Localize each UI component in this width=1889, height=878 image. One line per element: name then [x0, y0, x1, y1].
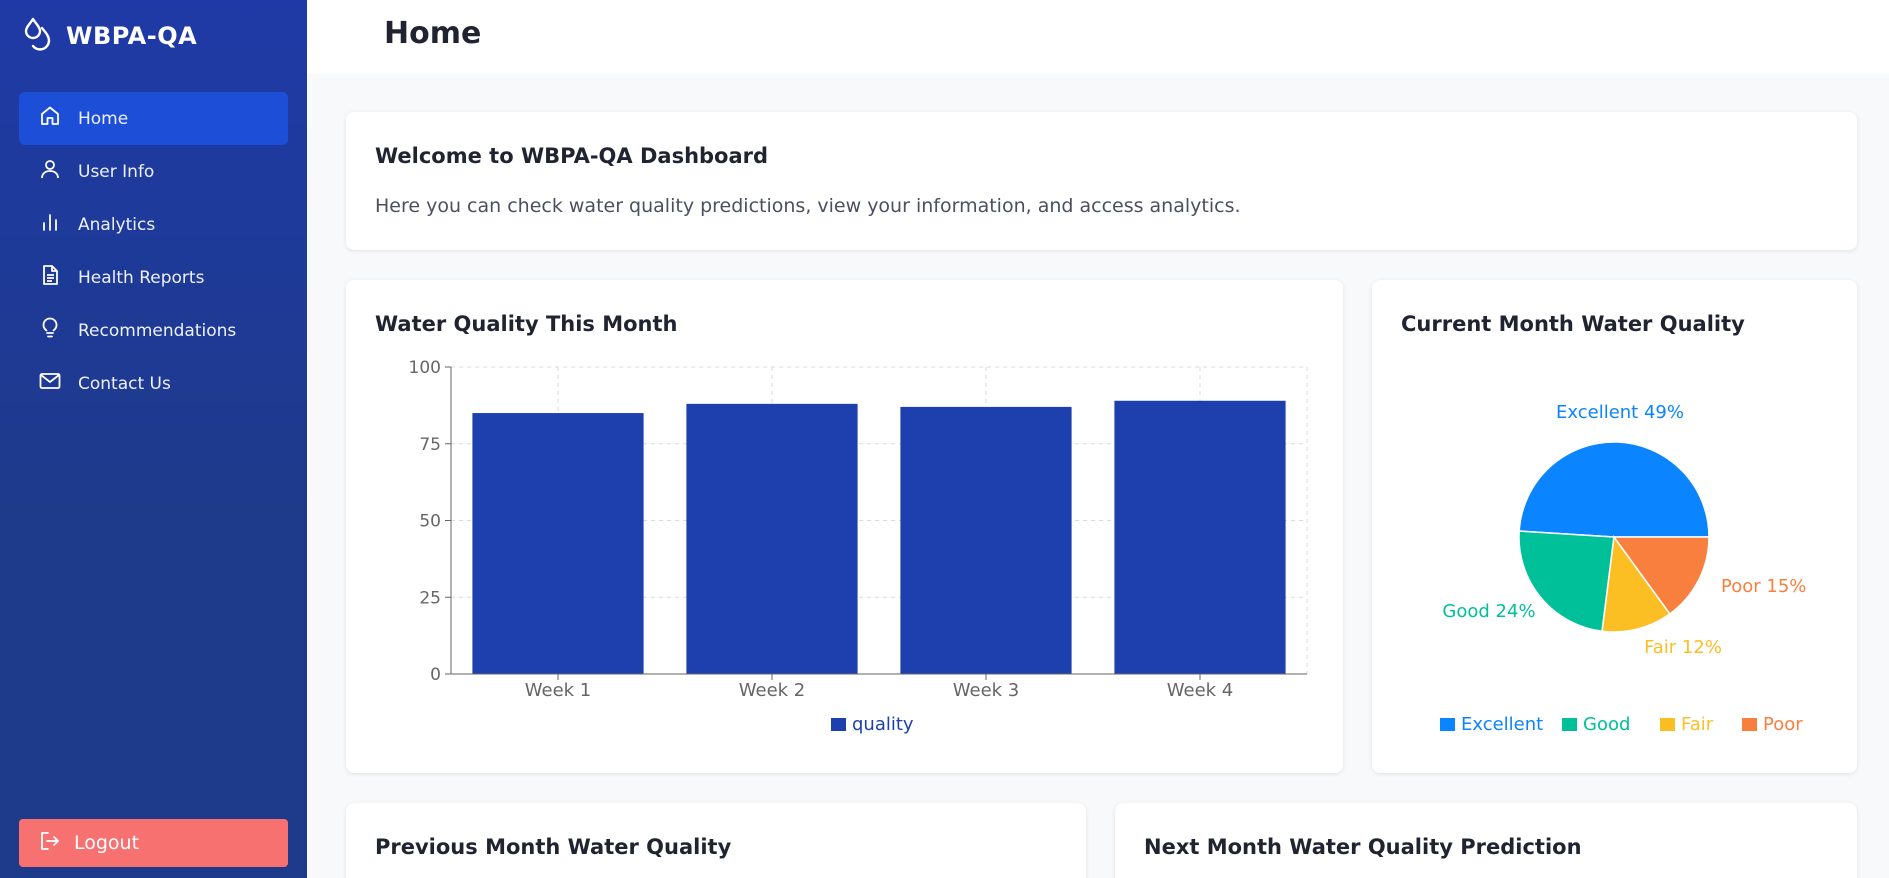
next-month-card: Next Month Water Quality Prediction	[1115, 803, 1857, 878]
sidebar-item-label: Contact Us	[78, 373, 171, 394]
sidebar-item-label: Recommendations	[78, 320, 237, 341]
pie-label-excellent: Excellent 49%	[1556, 402, 1684, 423]
bar-week-4[interactable]	[1114, 400, 1286, 674]
sidebar-item-health-reports[interactable]: Health Reports	[19, 251, 288, 304]
bar-week-1[interactable]	[472, 413, 644, 674]
legend-label-fair: Fair	[1681, 714, 1714, 735]
pie-slice-excellent[interactable]	[1518, 441, 1710, 538]
top-bar: Home	[307, 0, 1889, 74]
sidebar-item-label: Home	[78, 108, 129, 129]
bar-chart-card: Water Quality This Month 0 25 50 75 100 Week …	[346, 280, 1343, 773]
sidebar-item-recommendations[interactable]: Recommendations	[19, 304, 288, 357]
welcome-card: Welcome to WBPA-QA Dashboard Here you ca…	[346, 112, 1857, 250]
y-tick-label: 75	[419, 435, 441, 455]
pie-label-good: Good 24%	[1442, 601, 1535, 622]
y-tick-label: 0	[430, 665, 441, 685]
sidebar-item-label: User Info	[78, 161, 155, 182]
bar-week-2[interactable]	[686, 403, 858, 674]
legend-swatch-excellent	[1440, 718, 1455, 731]
water-drops-icon	[20, 16, 56, 56]
logout-label: Logout	[74, 832, 140, 854]
y-tick-label: 50	[419, 512, 441, 532]
previous-month-card: Previous Month Water Quality	[346, 803, 1086, 878]
x-tick-label: Week 2	[739, 680, 806, 701]
brand-name: WBPA-QA	[66, 22, 198, 50]
sidebar-item-analytics[interactable]: Analytics	[19, 198, 288, 251]
pie-chart-card: Current Month Water Quality Excellent 49…	[1372, 280, 1857, 773]
sidebar-item-contact-us[interactable]: Contact Us	[19, 357, 288, 410]
x-tick-label: Week 4	[1167, 680, 1234, 701]
sidebar-nav: Home User Info Analytics Health Reports …	[19, 92, 288, 410]
home-icon	[38, 104, 62, 133]
welcome-text: Here you can check water quality predict…	[375, 195, 1241, 217]
document-icon	[38, 263, 62, 292]
legend-label-poor: Poor	[1763, 714, 1803, 735]
lightbulb-icon	[38, 316, 62, 345]
bar-week-3[interactable]	[900, 406, 1072, 674]
pie-label-fair: Fair 12%	[1644, 637, 1722, 658]
legend-label-quality: quality	[852, 714, 914, 735]
legend-label-excellent: Excellent	[1461, 714, 1543, 735]
legend-swatch-fair	[1660, 718, 1675, 731]
page-title: Home	[384, 16, 482, 51]
legend-label-good: Good	[1583, 714, 1630, 735]
welcome-title: Welcome to WBPA-QA Dashboard	[375, 144, 769, 168]
sidebar-item-label: Health Reports	[78, 267, 205, 288]
sidebar-item-user-info[interactable]: User Info	[19, 145, 288, 198]
sidebar-item-home[interactable]: Home	[19, 92, 288, 145]
x-tick-label: Week 1	[525, 680, 592, 701]
bar-chart: 0 25 50 75 100 Week 1 Week 2 Week 3 Week 4 qualit…	[409, 358, 1308, 735]
y-tick-label: 25	[419, 588, 441, 608]
y-tick-label: 100	[409, 358, 441, 378]
previous-month-title: Previous Month Water Quality	[375, 835, 732, 859]
x-tick-label: Week 3	[953, 680, 1020, 701]
next-month-title: Next Month Water Quality Prediction	[1144, 835, 1582, 859]
sidebar: WBPA-QA Home User Info Analytics Health …	[0, 0, 307, 878]
logout-button[interactable]: Logout	[19, 819, 288, 867]
pie-chart: Excellent 49% Good 24% Fair 12% Poor 15% Exc…	[1440, 402, 1806, 735]
brand[interactable]: WBPA-QA	[20, 16, 197, 56]
bar-chart-icon	[38, 210, 62, 239]
legend-swatch-poor	[1742, 718, 1757, 731]
mail-icon	[38, 369, 62, 398]
sidebar-item-label: Analytics	[78, 214, 156, 235]
legend-swatch-quality	[831, 718, 846, 731]
pie-label-poor: Poor 15%	[1721, 576, 1806, 597]
logout-icon	[38, 829, 62, 858]
legend-swatch-good	[1562, 718, 1577, 731]
user-icon	[38, 157, 62, 186]
